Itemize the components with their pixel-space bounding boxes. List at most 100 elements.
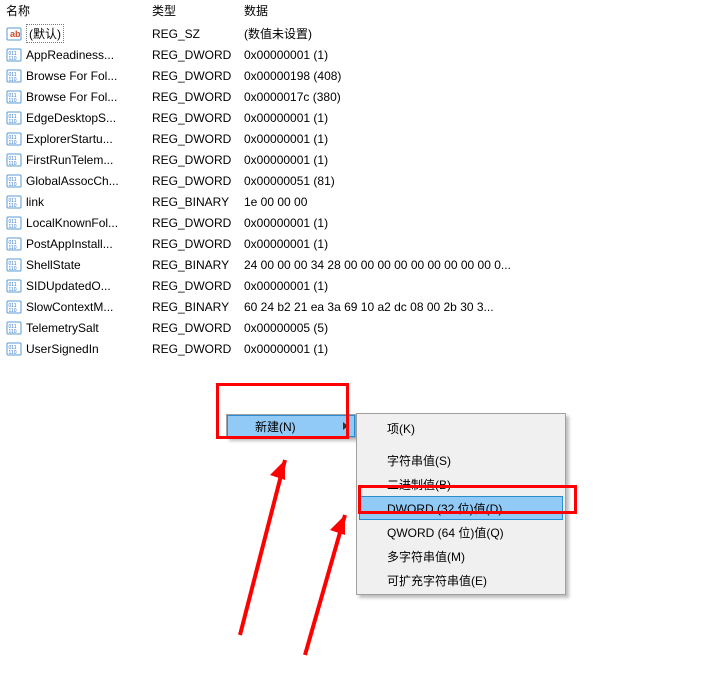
value-name-cell: LocalKnownFol... — [26, 216, 152, 230]
value-name-cell: link — [26, 195, 152, 209]
value-data-cell: 0x00000001 (1) — [244, 153, 717, 167]
svg-text:110: 110 — [9, 329, 17, 335]
registry-value-row[interactable]: 011110 EdgeDesktopS...REG_DWORD0x00000001… — [0, 107, 717, 128]
value-type-cell: REG_DWORD — [152, 153, 244, 167]
column-header-name[interactable]: 名称 — [6, 2, 152, 19]
registry-value-row[interactable]: 011110 AppReadiness...REG_DWORD0x00000001… — [0, 44, 717, 65]
registry-value-row[interactable]: 011110Browse For Fol...REG_DWORD0x000001… — [0, 65, 717, 86]
menu-item-multi-string[interactable]: 多字符串值(M) — [359, 544, 563, 568]
value-type-cell: REG_BINARY — [152, 258, 244, 272]
svg-text:110: 110 — [9, 224, 17, 230]
binary-value-icon: 011110 — [6, 47, 22, 63]
value-name-cell: ShellState — [26, 258, 152, 272]
value-name-cell: Browse For Fol... — [26, 90, 152, 104]
svg-text:110: 110 — [9, 203, 17, 209]
column-header-type[interactable]: 类型 — [152, 2, 244, 19]
menu-item-expand-string[interactable]: 可扩充字符串值(E) — [359, 568, 563, 592]
registry-value-row[interactable]: 011110Browse For Fol...REG_DWORD0x000001… — [0, 86, 717, 107]
binary-value-icon: 011110 — [6, 194, 22, 210]
value-name-cell: Browse For Fol... — [26, 69, 152, 83]
value-data-cell: 60 24 b2 21 ea 3a 69 10 a2 dc 08 00 2b 3… — [244, 300, 717, 314]
value-data-cell: 0x0000017c (380) — [244, 90, 717, 104]
registry-value-row[interactable]: 011110UserSignedInREG_DWORD0x00000001 (1… — [0, 338, 717, 359]
binary-value-icon: 011110 — [6, 110, 22, 126]
annotation-arrow-icon — [220, 440, 300, 640]
value-name-cell: (默认) — [26, 24, 152, 43]
column-header-data[interactable]: 数据 — [244, 2, 717, 19]
menu-item-key[interactable]: 项(K) — [359, 416, 563, 440]
value-data-cell: 1e 00 00 00 — [244, 195, 717, 209]
context-menu-primary: 新建(N) — [226, 414, 356, 438]
value-name-cell: SIDUpdatedO... — [26, 279, 152, 293]
value-type-cell: REG_DWORD — [152, 132, 244, 146]
value-name-cell: GlobalAssocCh... — [26, 174, 152, 188]
menu-item-new-label: 新建(N) — [255, 418, 296, 435]
registry-value-row[interactable]: 011110 linkREG_BINARY1e 00 00 00 — [0, 191, 717, 212]
binary-value-icon: 011110 — [6, 278, 22, 294]
registry-value-row[interactable]: 011110 LocalKnownFol...REG_DWORD0x0000000… — [0, 212, 717, 233]
value-type-cell: REG_DWORD — [152, 69, 244, 83]
registry-value-row[interactable]: 011110 FirstRunTelem...REG_DWORD0x0000000… — [0, 149, 717, 170]
value-type-cell: REG_DWORD — [152, 48, 244, 62]
value-name-cell: FirstRunTelem... — [26, 153, 152, 167]
registry-values-list: ab (默认)REG_SZ(数值未设置) 011110 AppReadiness...… — [0, 23, 717, 359]
value-name-cell: AppReadiness... — [26, 48, 152, 62]
value-type-cell: REG_DWORD — [152, 90, 244, 104]
menu-item-new[interactable]: 新建(N) — [227, 415, 355, 437]
value-type-cell: REG_SZ — [152, 27, 244, 41]
registry-value-row[interactable]: 011110 SlowContextM...REG_BINARY60 24 b2 … — [0, 296, 717, 317]
binary-value-icon: 011110 — [6, 320, 22, 336]
menu-item-expand-string-label: 可扩充字符串值(E) — [387, 572, 487, 589]
registry-value-row[interactable]: 011110ShellStateREG_BINARY24 00 00 00 34… — [0, 254, 717, 275]
menu-item-dword-label: DWORD (32 位)值(D) — [387, 500, 502, 517]
value-data-cell: 0x00000005 (5) — [244, 321, 717, 335]
svg-text:110: 110 — [9, 287, 17, 293]
value-type-cell: REG_DWORD — [152, 216, 244, 230]
value-name-cell: SlowContextM... — [26, 300, 152, 314]
binary-value-icon: 011110 — [6, 299, 22, 315]
binary-value-icon: 011110 — [6, 131, 22, 147]
registry-value-row[interactable]: 011110 SIDUpdatedO...REG_DWORD0x00000001 … — [0, 275, 717, 296]
binary-value-icon: 011110 — [6, 152, 22, 168]
binary-value-icon: 011110 — [6, 236, 22, 252]
menu-item-dword[interactable]: DWORD (32 位)值(D) — [359, 496, 563, 520]
value-data-cell: 0x00000198 (408) — [244, 69, 717, 83]
value-type-cell: REG_DWORD — [152, 174, 244, 188]
svg-text:110: 110 — [9, 308, 17, 314]
value-data-cell: 0x00000001 (1) — [244, 237, 717, 251]
svg-text:110: 110 — [9, 266, 17, 272]
value-data-cell: 0x00000001 (1) — [244, 279, 717, 293]
value-name-cell: UserSignedIn — [26, 342, 152, 356]
value-type-cell: REG_DWORD — [152, 279, 244, 293]
value-type-cell: REG_DWORD — [152, 111, 244, 125]
value-data-cell: 0x00000051 (81) — [244, 174, 717, 188]
menu-item-string[interactable]: 字符串值(S) — [359, 448, 563, 472]
value-data-cell: 0x00000001 (1) — [244, 216, 717, 230]
registry-value-row[interactable]: ab (默认)REG_SZ(数值未设置) — [0, 23, 717, 44]
value-type-cell: REG_BINARY — [152, 195, 244, 209]
value-data-cell: 0x00000001 (1) — [244, 48, 717, 62]
registry-value-row[interactable]: 011110TelemetrySaltREG_DWORD0x00000005 (… — [0, 317, 717, 338]
value-data-cell: 0x00000001 (1) — [244, 342, 717, 356]
svg-text:110: 110 — [9, 77, 17, 83]
menu-item-qword[interactable]: QWORD (64 位)值(Q) — [359, 520, 563, 544]
registry-value-row[interactable]: 011110PostAppInstall...REG_DWORD0x000000… — [0, 233, 717, 254]
value-name-cell: PostAppInstall... — [26, 237, 152, 251]
svg-text:110: 110 — [9, 350, 17, 356]
registry-value-row[interactable]: 011110GlobalAssocCh...REG_DWORD0x0000005… — [0, 170, 717, 191]
svg-text:ab: ab — [10, 29, 21, 39]
value-name-cell: EdgeDesktopS... — [26, 111, 152, 125]
svg-text:110: 110 — [9, 161, 17, 167]
svg-text:110: 110 — [9, 182, 17, 188]
context-menu-new-submenu: 项(K) 字符串值(S) 二进制值(B) DWORD (32 位)值(D) QW… — [356, 413, 566, 595]
registry-value-row[interactable]: 011110ExplorerStartu...REG_DWORD0x000000… — [0, 128, 717, 149]
value-name-cell: ExplorerStartu... — [26, 132, 152, 146]
value-type-cell: REG_DWORD — [152, 321, 244, 335]
value-type-cell: REG_BINARY — [152, 300, 244, 314]
value-data-cell: 0x00000001 (1) — [244, 111, 717, 125]
value-data-cell: (数值未设置) — [244, 25, 717, 42]
menu-item-binary[interactable]: 二进制值(B) — [359, 472, 563, 496]
binary-value-icon: 011110 — [6, 341, 22, 357]
binary-value-icon: 011110 — [6, 257, 22, 273]
binary-value-icon: 011110 — [6, 215, 22, 231]
